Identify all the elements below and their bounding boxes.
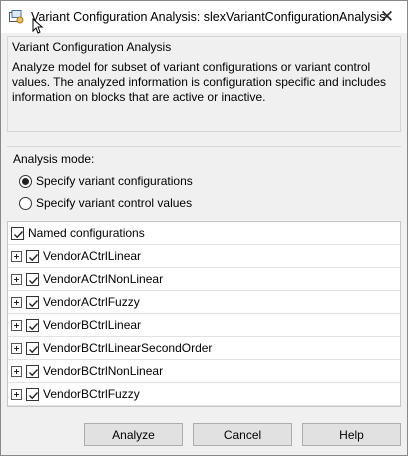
plus-expander-icon[interactable] [11, 319, 22, 331]
description-group: Variant Configuration Analysis Analyze m… [7, 36, 401, 132]
radio-specify-control-values[interactable]: Specify variant control values [19, 196, 192, 210]
description-text: Analyze model for subset of variant conf… [12, 60, 386, 104]
radio-button[interactable] [19, 196, 32, 210]
tree-item-vendoractrllinear[interactable]: VendorACtrlLinear [8, 245, 400, 268]
item-checkbox[interactable] [26, 318, 39, 332]
radio-selected-dot [22, 177, 29, 185]
checkmark-icon [29, 345, 39, 353]
tree-item-vendorbctrllinear[interactable]: VendorBCtrlLinear [8, 314, 400, 337]
radio-label: Specify variant configurations [36, 174, 193, 188]
item-label: VendorACtrlLinear [43, 249, 142, 263]
window-title: Variant Configuration Analysis: slexVari… [31, 10, 386, 24]
tree-item-vendoractrlfuzzy[interactable]: VendorACtrlFuzzy [8, 291, 400, 314]
close-icon[interactable]: ✕ [367, 1, 407, 33]
item-label: VendorBCtrlFuzzy [43, 387, 140, 401]
item-checkbox[interactable] [26, 387, 39, 401]
description-title: Variant Configuration Analysis [12, 40, 172, 54]
checkmark-icon [29, 322, 39, 330]
checkmark-icon [29, 391, 39, 399]
named-configurations-checkbox[interactable] [11, 226, 24, 240]
item-label: VendorBCtrlLinear [43, 318, 142, 332]
item-checkbox[interactable] [26, 249, 39, 263]
help-button[interactable]: Help [302, 423, 401, 446]
plus-expander-icon[interactable] [11, 342, 22, 354]
named-configurations-label: Named configurations [28, 226, 145, 240]
title-bar[interactable]: Variant Configuration Analysis: slexVari… [1, 1, 407, 33]
item-checkbox[interactable] [26, 364, 39, 378]
item-checkbox[interactable] [26, 295, 39, 309]
checkmark-icon [29, 299, 39, 307]
plus-expander-icon[interactable] [11, 388, 22, 400]
plus-expander-icon[interactable] [11, 273, 22, 285]
checkmark-icon [29, 368, 39, 376]
tree-item-vendoractrlnonlinear[interactable]: VendorACtrlNonLinear [8, 268, 400, 291]
checkmark-icon [29, 276, 39, 284]
tree-item-vendorbctrlfuzzy[interactable]: VendorBCtrlFuzzy [8, 383, 400, 406]
analyze-button[interactable]: Analyze [84, 423, 183, 446]
item-label: VendorBCtrlNonLinear [43, 364, 164, 378]
tree-item-vendorbctrllinearsecondorder[interactable]: VendorBCtrlLinearSecondOrder [8, 337, 400, 360]
cancel-button[interactable]: Cancel [193, 423, 292, 446]
tree-header-row[interactable]: Named configurations [8, 222, 400, 245]
tree-item-vendorbctrlnonlinear[interactable]: VendorBCtrlNonLinear [8, 360, 400, 383]
item-checkbox[interactable] [26, 341, 39, 355]
analysis-mode-label: Analysis mode: [13, 152, 95, 166]
radio-button[interactable] [19, 174, 32, 188]
plus-expander-icon[interactable] [11, 296, 22, 308]
radio-label: Specify variant control values [36, 196, 193, 210]
item-label: VendorACtrlNonLinear [43, 272, 164, 286]
checkmark-icon [14, 230, 24, 238]
item-checkbox[interactable] [26, 272, 39, 286]
item-label: VendorACtrlFuzzy [43, 295, 140, 309]
mouse-cursor-icon [32, 17, 44, 34]
dialog-window: Variant Configuration Analysis: slexVari… [0, 0, 408, 456]
item-label: VendorBCtrlLinearSecondOrder [43, 341, 213, 355]
variant-analysis-icon [9, 10, 24, 24]
configurations-tree[interactable]: Named configurations VendorACtrlLinear V… [7, 221, 401, 407]
plus-expander-icon[interactable] [11, 250, 22, 262]
plus-expander-icon[interactable] [11, 365, 22, 377]
analysis-mode-group: Analysis mode: Specify variant configura… [7, 146, 401, 216]
radio-specify-configurations[interactable]: Specify variant configurations [19, 174, 193, 188]
checkmark-icon [29, 253, 39, 261]
